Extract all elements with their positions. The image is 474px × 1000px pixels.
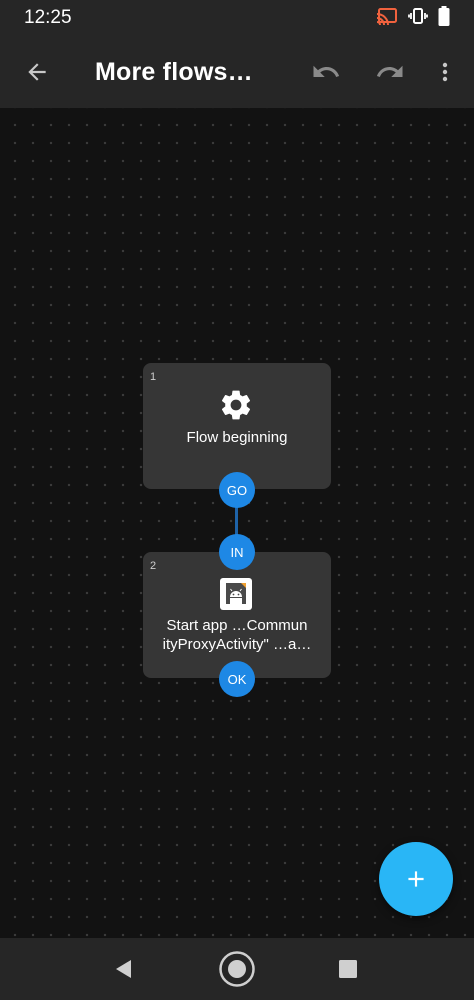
nav-back-button[interactable] xyxy=(100,946,148,992)
cast-icon xyxy=(376,7,398,30)
nav-home-button[interactable] xyxy=(213,946,261,992)
nav-recents-icon xyxy=(339,960,357,978)
redo-button[interactable] xyxy=(366,48,414,96)
add-block-button[interactable] xyxy=(379,842,453,916)
node-number: 2 xyxy=(150,560,157,572)
port-go[interactable]: GO xyxy=(219,472,255,508)
android-app-icon xyxy=(218,576,254,612)
status-time: 12:25 xyxy=(24,7,72,28)
redo-icon xyxy=(376,65,403,77)
app-bar: More flows… xyxy=(0,36,474,108)
port-in[interactable]: IN xyxy=(219,534,255,570)
back-button[interactable] xyxy=(13,48,61,96)
flow-canvas[interactable]: 1 Flow beginning 2 Start app …Commun ity… xyxy=(0,108,474,938)
vibrate-icon xyxy=(408,6,428,31)
arrow-back-icon xyxy=(28,63,46,81)
undo-icon xyxy=(313,65,340,77)
undo-button[interactable] xyxy=(302,48,350,96)
battery-icon xyxy=(438,5,450,31)
flow-node-start-app[interactable]: 2 Start app …Commun ityProxyActivity" …a… xyxy=(143,552,331,678)
status-icons xyxy=(376,5,450,31)
node-number: 1 xyxy=(150,371,157,383)
nav-recents-button[interactable] xyxy=(324,946,372,992)
plus-icon xyxy=(408,871,424,887)
page-title: More flows… xyxy=(95,58,253,86)
more-options-button[interactable] xyxy=(421,48,469,96)
flow-node-beginning[interactable]: 1 Flow beginning xyxy=(143,363,331,489)
gear-icon xyxy=(218,387,254,423)
port-ok[interactable]: OK xyxy=(219,661,255,697)
system-nav-bar xyxy=(0,938,474,1000)
status-bar: 12:25 xyxy=(0,0,474,36)
nav-home-icon xyxy=(219,951,255,987)
node-label-line-2: ityProxyActivity" …a… xyxy=(162,636,312,653)
node-label: Flow beginning xyxy=(186,429,288,446)
node-label: Start app …Commun ityProxyActivity" …a… xyxy=(151,616,323,654)
node-label-line-1: Start app …Commun xyxy=(166,617,308,634)
more-vert-icon xyxy=(442,62,448,82)
nav-back-icon xyxy=(116,960,131,978)
